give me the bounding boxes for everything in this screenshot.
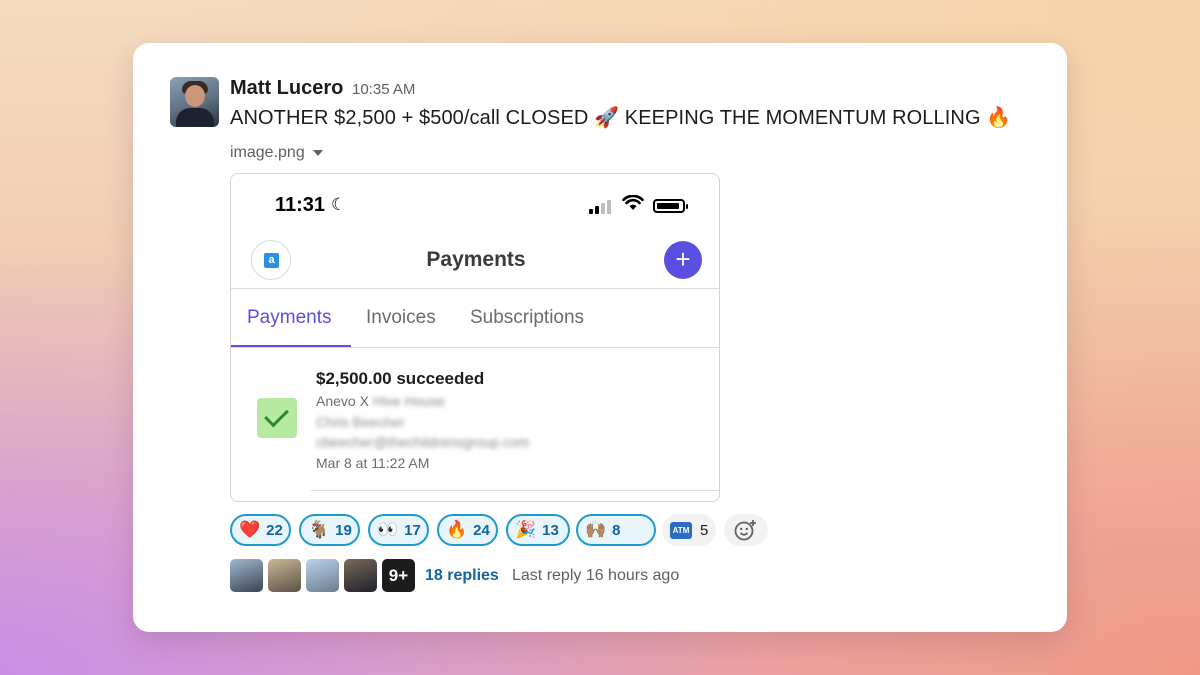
eyes-icon: 👀 [377,520,399,540]
raised-hands-icon: 🙌🏽 [585,520,607,540]
reaction-heart[interactable]: ❤️ 22 [230,514,291,546]
payments-page-title: Payments [426,248,526,271]
merchant-blurred: Hive House [372,393,446,409]
reaction-count: 13 [542,521,559,539]
payment-amount[interactable]: $2,500.00 succeeded [316,369,484,389]
message-timestamp[interactable]: 10:35 AM [352,81,415,98]
reaction-eyes[interactable]: 👀 17 [368,514,429,546]
reaction-count: 17 [404,521,421,539]
reaction-party[interactable]: 🎉 13 [506,514,570,546]
goat-icon: 🐐 [308,520,330,540]
reply-avatar [268,559,301,592]
add-reaction-button[interactable] [724,514,768,546]
message-text: ANOTHER $2,500 + $500/call CLOSED 🚀 KEEP… [230,105,1011,130]
wifi-icon [622,194,644,216]
divider [231,288,719,289]
reaction-raised-hands[interactable]: 🙌🏽 8 [576,514,656,546]
author-name[interactable]: Matt Lucero [230,77,343,100]
moon-icon: ☾ [331,195,347,214]
reply-avatar [230,559,263,592]
message-card: Matt Lucero 10:35 AM ANOTHER $2,500 + $5… [133,43,1067,632]
party-popper-icon: 🎉 [515,520,537,540]
reaction-count: 5 [700,521,709,539]
tab-subscriptions[interactable]: Subscriptions [470,307,584,329]
heart-icon: ❤️ [239,520,261,540]
phone-status-time: 11:31 [275,194,326,216]
reaction-fire[interactable]: 🔥 24 [437,514,498,546]
reply-avatar [344,559,377,592]
reaction-count: 24 [473,521,490,539]
merchant-prefix: Anevo X [316,393,369,409]
payment-merchant: Anevo X Hive House [316,393,445,409]
payment-date: Mar 8 at 11:22 AM [316,455,430,471]
add-payment-button[interactable]: + [664,241,702,279]
more-repliers-badge: 9+ [382,559,415,592]
last-reply-time: Last reply 16 hours ago [512,567,680,584]
reply-avatar [306,559,339,592]
tab-payments[interactable]: Payments [247,307,331,329]
reaction-count: 19 [335,521,352,539]
divider [311,490,719,491]
attachment-name: image.png [230,144,305,161]
message-text-part2: KEEPING THE MOMENTUM ROLLING [619,107,987,129]
fire-icon: 🔥 [986,105,1012,129]
checkmark-icon [257,398,297,438]
reaction-atm[interactable]: ATM 5 [662,514,716,546]
reaction-count: 8 [612,521,621,539]
fire-icon: 🔥 [446,520,468,540]
author-avatar[interactable] [170,77,219,127]
attachment-filename[interactable]: image.png [230,144,323,162]
divider [231,347,719,348]
reaction-goat[interactable]: 🐐 19 [299,514,360,546]
rocket-icon: 🚀 [594,105,620,129]
smiley-plus-icon [734,520,756,541]
payment-email: cbeecher@thechildrensgroup.com [316,434,530,450]
tab-invoices[interactable]: Invoices [366,307,436,329]
reaction-count: 22 [266,521,283,539]
attachment-image[interactable]: 11:31 ☾ a Payments + Payments Invoices S… [230,173,720,502]
signal-icon [589,200,615,214]
payment-customer: Chris Beecher [316,414,405,430]
chevron-down-icon[interactable] [312,149,323,156]
replies-link[interactable]: 18 replies [425,567,499,585]
battery-icon [653,199,688,213]
message-text-part1: ANOTHER $2,500 + $500/call CLOSED [230,107,595,129]
atm-icon: ATM [670,521,692,539]
